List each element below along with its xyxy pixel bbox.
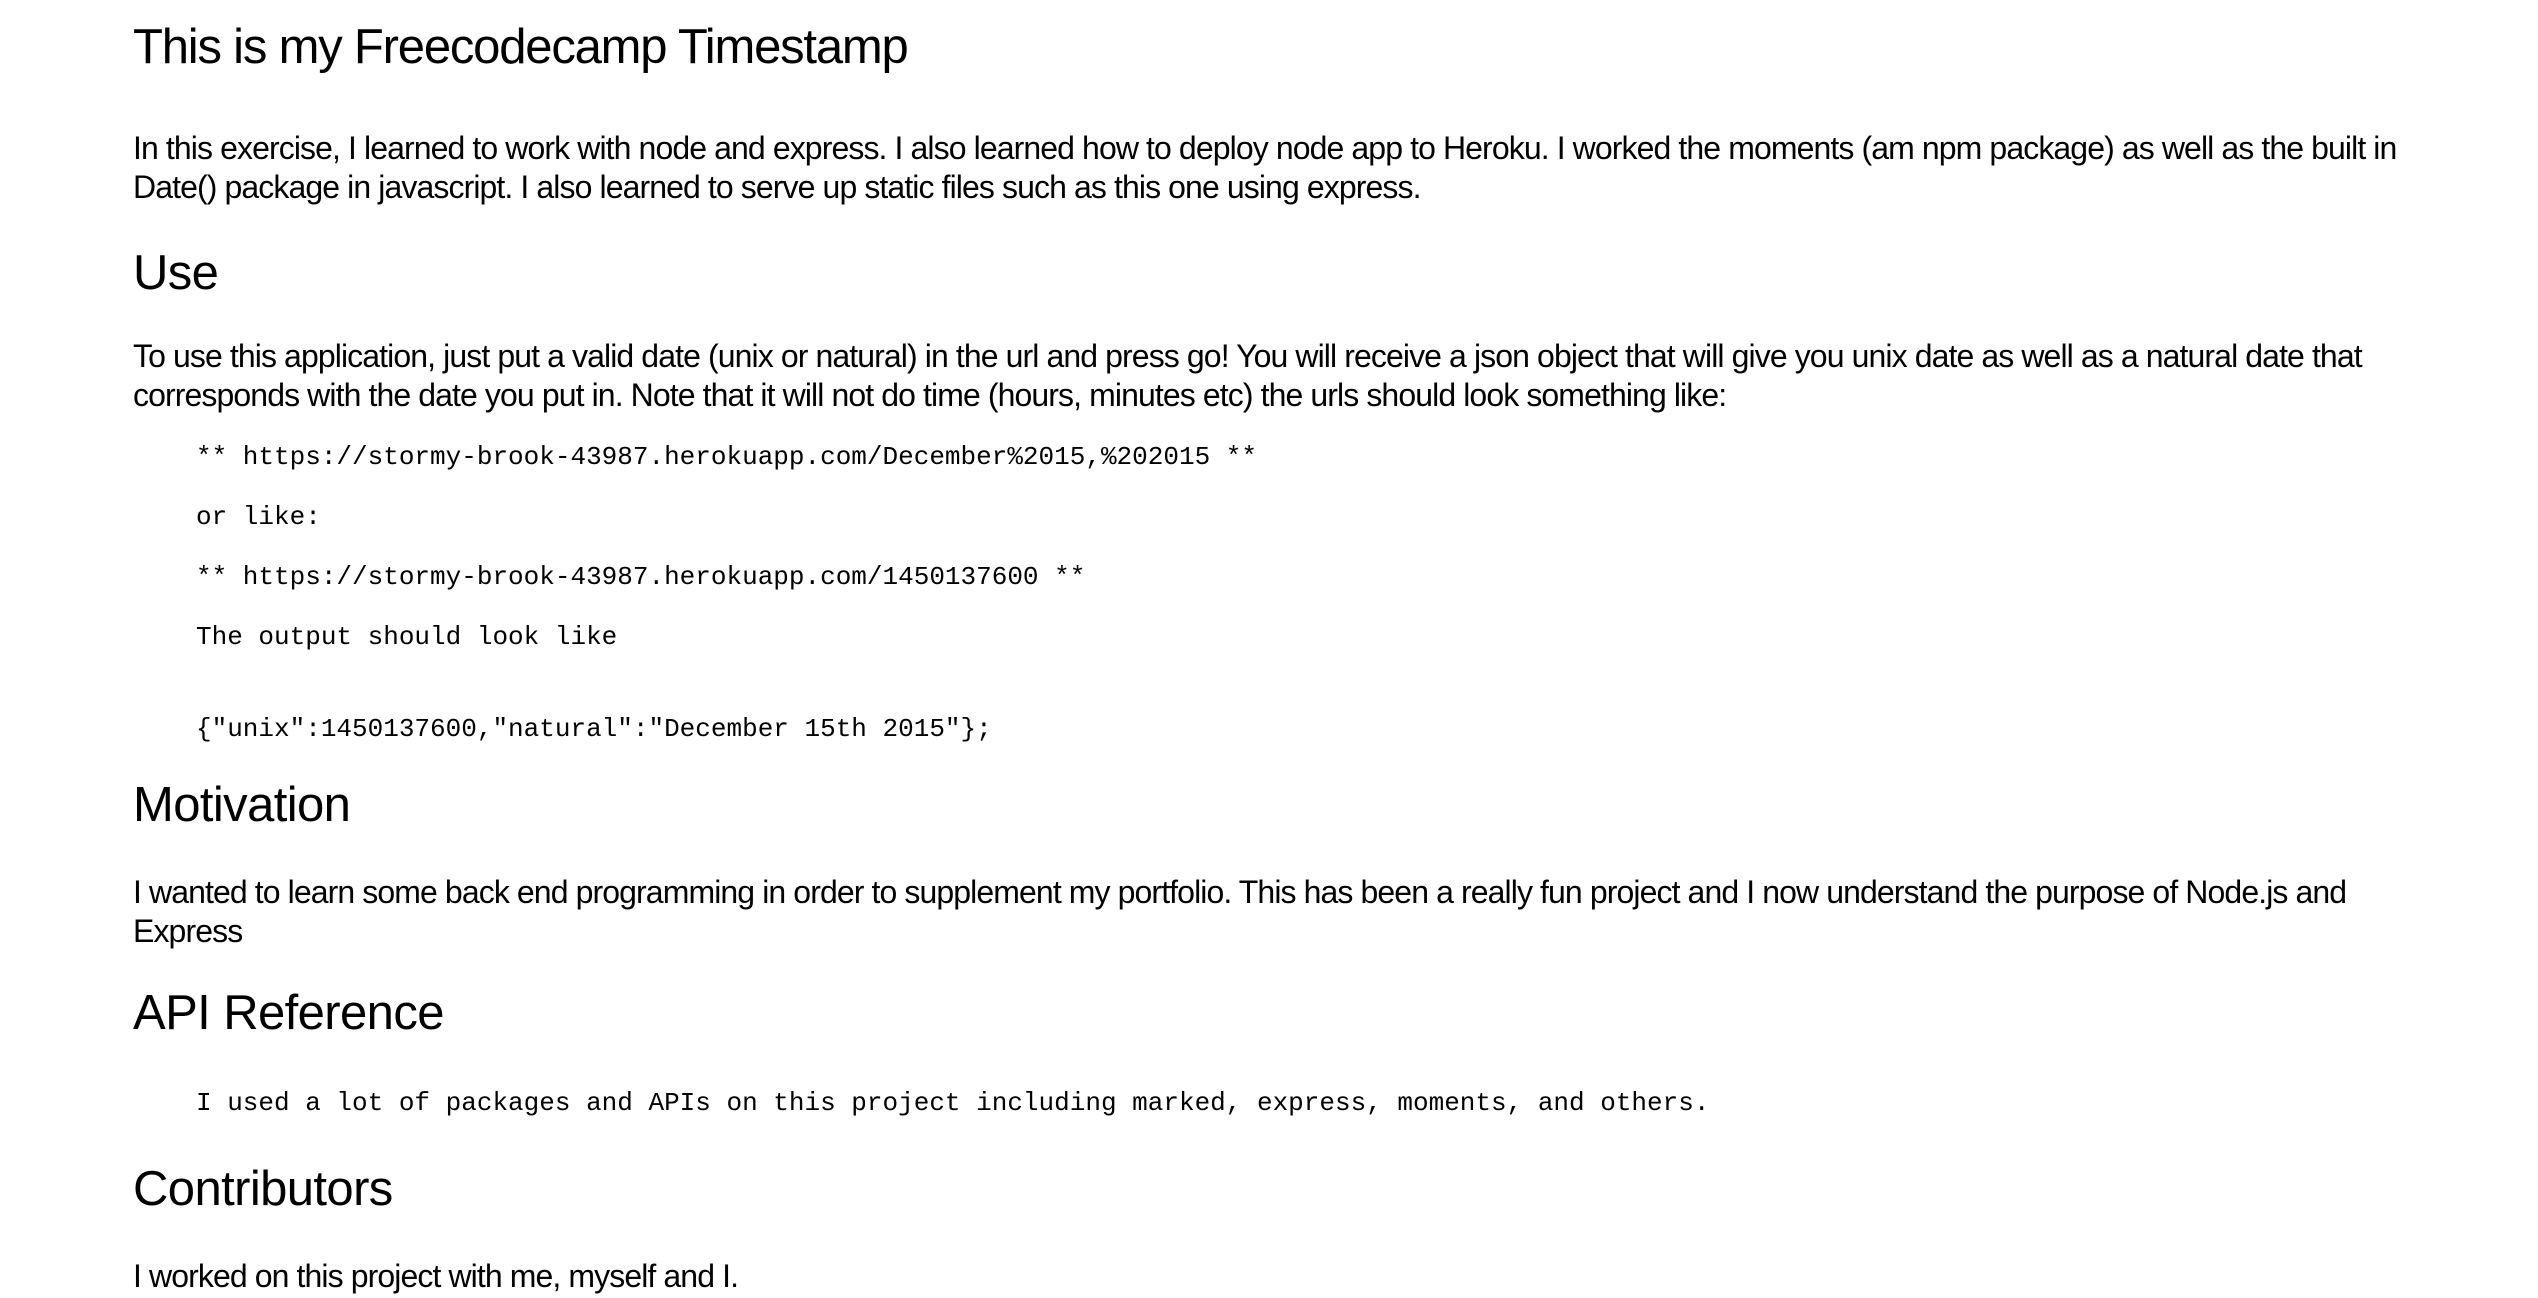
api-reference-code: I used a lot of packages and APIs on thi… bbox=[196, 1088, 1710, 1118]
readme-content: This is my Freecodecamp Timestamp In thi… bbox=[133, 0, 2413, 1296]
output-intro-text: The output should look like bbox=[196, 622, 618, 652]
example-url-unix: ** https://stormy-brook-43987.herokuapp.… bbox=[196, 562, 1086, 592]
example-output-json: {"unix":1450137600,"natural":"December 1… bbox=[196, 714, 992, 744]
motivation-heading: Motivation bbox=[133, 778, 351, 832]
use-heading: Use bbox=[133, 246, 219, 300]
readme-page: This is my Freecodecamp Timestamp In thi… bbox=[0, 0, 2538, 1298]
motivation-paragraph: I wanted to learn some back end programm… bbox=[133, 874, 2347, 949]
example-url-natural: ** https://stormy-brook-43987.herokuapp.… bbox=[196, 442, 1257, 472]
intro-paragraph: In this exercise, I learned to work with… bbox=[133, 130, 2397, 205]
contributors-heading: Contributors bbox=[133, 1162, 393, 1216]
contributors-paragraph: I worked on this project with me, myself… bbox=[133, 1258, 739, 1294]
page-title: This is my Freecodecamp Timestamp bbox=[133, 20, 909, 74]
api-reference-heading: API Reference bbox=[133, 986, 444, 1040]
use-paragraph: To use this application, just put a vali… bbox=[133, 338, 2363, 413]
or-like-text: or like: bbox=[196, 502, 321, 532]
